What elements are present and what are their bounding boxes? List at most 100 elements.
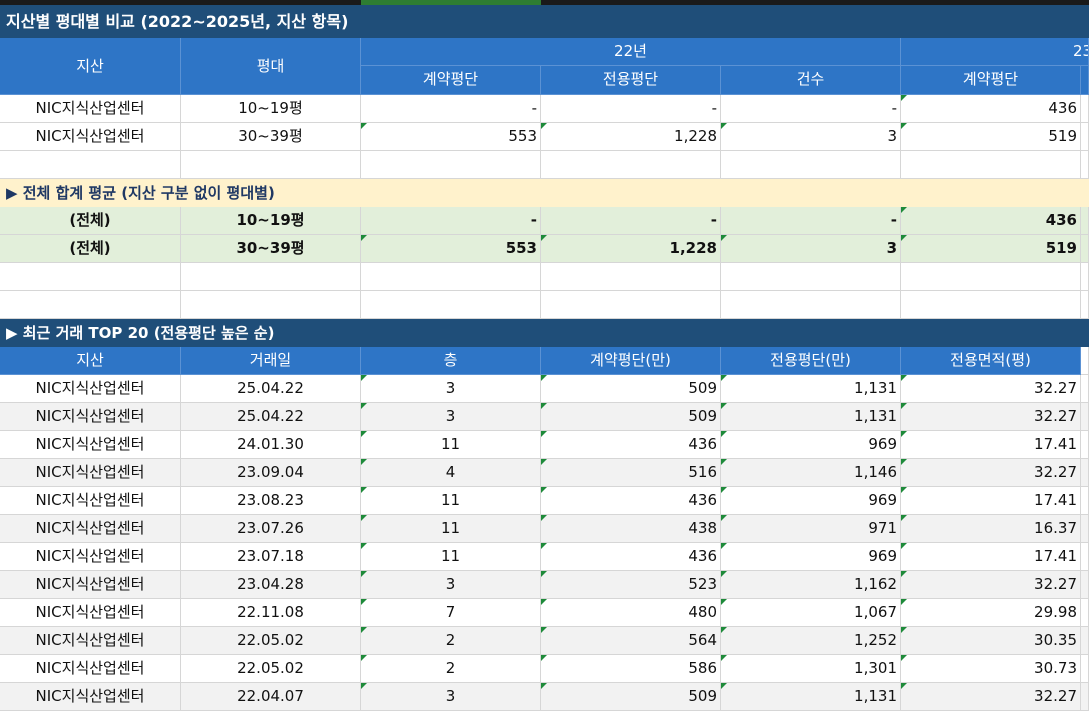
cell-jisan[interactable]: NIC지식산업센터	[0, 375, 181, 403]
cell-date[interactable]: 24.01.30	[181, 431, 361, 459]
table-row[interactable]: NIC지식산업센터 22.05.02 2 564 1,252 30.35	[0, 627, 1089, 655]
cell-area[interactable]: 32.27	[901, 375, 1081, 403]
empty-cell[interactable]	[0, 291, 181, 319]
cell-contract[interactable]: 516	[541, 459, 721, 487]
cell-exclusive[interactable]: 1,131	[721, 375, 901, 403]
empty-cell[interactable]	[901, 291, 1081, 319]
cell-floor[interactable]: 3	[361, 571, 541, 599]
empty-cell[interactable]	[721, 151, 901, 179]
total-row[interactable]: (전체) 10~19평 - - - 436	[0, 207, 1089, 235]
cell-contract[interactable]: 480	[541, 599, 721, 627]
cell-pyeong[interactable]: 30~39평	[181, 235, 361, 263]
empty-cell[interactable]	[361, 151, 541, 179]
cell-v4[interactable]: 436	[901, 95, 1081, 123]
empty-cell[interactable]	[721, 263, 901, 291]
empty-cell[interactable]	[0, 263, 181, 291]
cell-exclusive[interactable]: 1,301	[721, 655, 901, 683]
table-row[interactable]: NIC지식산업센터 23.09.04 4 516 1,146 32.27	[0, 459, 1089, 487]
cell-floor[interactable]: 3	[361, 403, 541, 431]
cell-v2[interactable]: 1,228	[541, 235, 721, 263]
cell-contract[interactable]: 564	[541, 627, 721, 655]
cell-v1[interactable]: 553	[361, 123, 541, 151]
cell-pyeong[interactable]: 10~19평	[181, 95, 361, 123]
cell-floor[interactable]: 2	[361, 655, 541, 683]
cell-date[interactable]: 23.09.04	[181, 459, 361, 487]
cell-pyeong[interactable]: 10~19평	[181, 207, 361, 235]
cell-jisan[interactable]: NIC지식산업센터	[0, 515, 181, 543]
cell-floor[interactable]: 11	[361, 487, 541, 515]
cell-floor[interactable]: 7	[361, 599, 541, 627]
cell-floor[interactable]: 11	[361, 543, 541, 571]
cell-v3[interactable]: -	[721, 207, 901, 235]
table-row[interactable]: NIC지식산업센터 23.07.26 11 438 971 16.37	[0, 515, 1089, 543]
cell-jisan[interactable]: NIC지식산업센터	[0, 95, 181, 123]
cell-pyeong[interactable]: 30~39평	[181, 123, 361, 151]
cell-v3[interactable]: 3	[721, 235, 901, 263]
cell-jisan[interactable]: NIC지식산업센터	[0, 543, 181, 571]
cell-area[interactable]: 17.41	[901, 487, 1081, 515]
cell-exclusive[interactable]: 1,067	[721, 599, 901, 627]
cell-area[interactable]: 29.98	[901, 599, 1081, 627]
empty-cell[interactable]	[541, 291, 721, 319]
cell-jisan[interactable]: NIC지식산업센터	[0, 459, 181, 487]
cell-contract[interactable]: 509	[541, 403, 721, 431]
cell-jisan[interactable]: NIC지식산업센터	[0, 487, 181, 515]
cell-date[interactable]: 23.07.26	[181, 515, 361, 543]
cell-jisan[interactable]: (전체)	[0, 235, 181, 263]
cell-area[interactable]: 17.41	[901, 431, 1081, 459]
cell-area[interactable]: 16.37	[901, 515, 1081, 543]
cell-contract[interactable]: 436	[541, 431, 721, 459]
cell-jisan[interactable]: NIC지식산업센터	[0, 571, 181, 599]
empty-cell[interactable]	[541, 151, 721, 179]
cell-date[interactable]: 22.11.08	[181, 599, 361, 627]
empty-cell[interactable]	[361, 291, 541, 319]
empty-cell[interactable]	[901, 263, 1081, 291]
cell-jisan[interactable]: NIC지식산업센터	[0, 403, 181, 431]
cell-area[interactable]: 32.27	[901, 403, 1081, 431]
cell-date[interactable]: 23.04.28	[181, 571, 361, 599]
cell-area[interactable]: 30.35	[901, 627, 1081, 655]
empty-cell[interactable]	[181, 263, 361, 291]
cell-contract[interactable]: 436	[541, 487, 721, 515]
cell-contract[interactable]: 509	[541, 683, 721, 711]
empty-cell[interactable]	[901, 151, 1081, 179]
table-row[interactable]: NIC지식산업센터 23.08.23 11 436 969 17.41	[0, 487, 1089, 515]
table-row[interactable]: NIC지식산업센터 23.04.28 3 523 1,162 32.27	[0, 571, 1089, 599]
empty-cell[interactable]	[541, 263, 721, 291]
cell-date[interactable]: 22.05.02	[181, 655, 361, 683]
cell-v3[interactable]: 3	[721, 123, 901, 151]
table-row[interactable]: NIC지식산업센터 22.04.07 3 509 1,131 32.27	[0, 683, 1089, 711]
cell-contract[interactable]: 586	[541, 655, 721, 683]
cell-exclusive[interactable]: 969	[721, 431, 901, 459]
cell-area[interactable]: 30.73	[901, 655, 1081, 683]
empty-cell[interactable]	[721, 291, 901, 319]
cell-v1[interactable]: -	[361, 207, 541, 235]
cell-floor[interactable]: 3	[361, 683, 541, 711]
empty-cell[interactable]	[181, 291, 361, 319]
cell-contract[interactable]: 509	[541, 375, 721, 403]
cell-v2[interactable]: -	[541, 207, 721, 235]
cell-date[interactable]: 22.04.07	[181, 683, 361, 711]
table-row[interactable]: NIC지식산업센터 22.11.08 7 480 1,067 29.98	[0, 599, 1089, 627]
cell-v2[interactable]: -	[541, 95, 721, 123]
cell-date[interactable]: 22.05.02	[181, 627, 361, 655]
cell-v3[interactable]: -	[721, 95, 901, 123]
total-row[interactable]: (전체) 30~39평 553 1,228 3 519	[0, 235, 1089, 263]
cell-area[interactable]: 32.27	[901, 459, 1081, 487]
cell-exclusive[interactable]: 1,252	[721, 627, 901, 655]
cell-v4[interactable]: 436	[901, 207, 1081, 235]
cell-jisan[interactable]: NIC지식산업센터	[0, 431, 181, 459]
empty-cell[interactable]	[181, 151, 361, 179]
cell-exclusive[interactable]: 1,162	[721, 571, 901, 599]
cell-exclusive[interactable]: 969	[721, 487, 901, 515]
cell-area[interactable]: 32.27	[901, 683, 1081, 711]
compare-row[interactable]: NIC지식산업센터 10~19평 - - - 436	[0, 95, 1089, 123]
table-row[interactable]: NIC지식산업센터 23.07.18 11 436 969 17.41	[0, 543, 1089, 571]
cell-jisan[interactable]: NIC지식산업센터	[0, 655, 181, 683]
table-row[interactable]: NIC지식산업센터 24.01.30 11 436 969 17.41	[0, 431, 1089, 459]
cell-jisan[interactable]: (전체)	[0, 207, 181, 235]
cell-floor[interactable]: 2	[361, 627, 541, 655]
cell-exclusive[interactable]: 1,131	[721, 403, 901, 431]
cell-date[interactable]: 25.04.22	[181, 403, 361, 431]
cell-jisan[interactable]: NIC지식산업센터	[0, 627, 181, 655]
